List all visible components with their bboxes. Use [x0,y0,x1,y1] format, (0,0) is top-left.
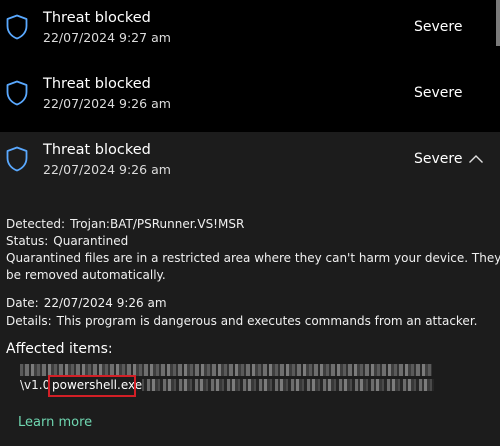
threat-item[interactable]: Threat blocked 22/07/2024 9:26 am Severe [0,66,500,132]
path-prefix: \v1.0 [20,378,51,392]
detected-value: Trojan:BAT/PSRunner.VS!MSR [70,217,245,231]
threat-title: Threat blocked [43,10,151,26]
threat-history-panel: Threat blocked 22/07/2024 9:27 am Severe… [0,0,500,446]
threat-date: 22/07/2024 9:26 am [43,96,171,111]
threat-item-expanded: Threat blocked 22/07/2024 9:26 am Severe [0,132,500,446]
chevron-up-icon[interactable] [468,154,484,164]
date-value: 22/07/2024 9:26 am [43,296,167,310]
threat-header[interactable]: Threat blocked 22/07/2024 9:26 am Severe [0,132,500,192]
date-label: Date: [6,296,39,310]
learn-more-link[interactable]: Learn more [18,415,92,430]
threat-title: Threat blocked [43,142,151,158]
status-value: Quarantined [53,234,129,248]
threat-item[interactable]: Threat blocked 22/07/2024 9:27 am Severe [0,0,500,66]
detected-row: Detected: Trojan:BAT/PSRunner.VS!MSR [6,217,244,231]
affected-items-heading: Affected items: [6,341,113,357]
threat-date: 22/07/2024 9:26 am [43,162,171,177]
shield-icon [6,14,28,40]
details-row: Details: This program is dangerous and ex… [6,314,477,328]
detected-label: Detected: [6,217,66,231]
threat-date: 22/07/2024 9:27 am [43,30,171,45]
status-label: Status: [6,234,49,248]
redacted-path-tail [142,379,434,391]
shield-icon [6,80,28,106]
details-label: Details: [6,314,52,328]
shield-icon [6,146,28,172]
severity-label: Severe [414,151,463,167]
threat-title: Threat blocked [43,76,151,92]
severity-label: Severe [414,19,463,35]
scrollbar[interactable] [496,0,500,46]
highlight-box [48,375,136,397]
quarantine-note-line1: Quarantined files are in a restricted ar… [6,251,500,265]
details-value: This program is dangerous and executes c… [56,314,478,328]
date-row: Date: 22/07/2024 9:26 am [6,296,167,310]
status-row: Status: Quarantined [6,234,128,248]
severity-label: Severe [414,85,463,101]
quarantine-note-line2: be removed automatically. [6,268,166,282]
